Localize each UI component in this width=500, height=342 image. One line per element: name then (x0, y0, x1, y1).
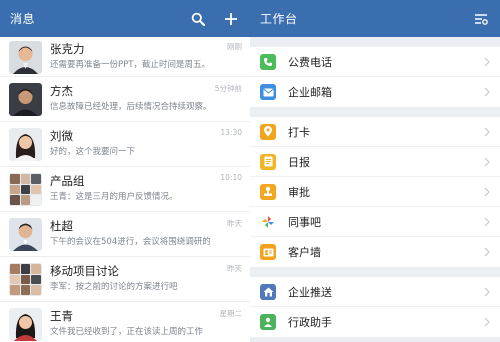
workbench-item-label: 行政助手 (288, 316, 332, 329)
workbench-item-enterprise-push[interactable]: 企业推送 (250, 277, 500, 307)
avatar (9, 83, 42, 116)
conversation-name: 张克力 (50, 42, 85, 56)
conversation-body: 王青 文件我已经收到了，正在该读上周的工作 (50, 308, 242, 339)
conversation-body: 张克力 还需要再准备一份PPT，截止时间是周五。 (50, 41, 242, 72)
conversation-preview: 信息故障已经处理，后续情况合持续观察。 (50, 102, 212, 112)
avatar (9, 218, 42, 251)
avatar (9, 41, 42, 74)
chevron-right-icon (484, 187, 490, 197)
workbench-item-customer-wall[interactable]: 客户墙 (250, 237, 500, 267)
manage-apps-icon[interactable] (472, 10, 490, 28)
conversation-time: 10:10 (220, 173, 242, 182)
chevron-right-icon (484, 287, 490, 297)
workbench-pane: 工作台 公费电话 企业邮箱 打卡 日报 审批 同事吧 客户墙 企业推送 行政助手 (250, 0, 500, 342)
messages-header-actions (189, 0, 240, 37)
chevron-right-icon (484, 317, 490, 327)
conversation-body: 移动项目讨论 李军：按之前的讨论的方案进行吧 (50, 263, 242, 294)
conversation-body: 杜超 下午的会议在504进行，会议将围绕调研的 (50, 218, 242, 249)
conversation-time: 13:30 (220, 128, 242, 137)
workbench-item-label: 日报 (288, 155, 310, 169)
workbench-item-label: 公费电话 (288, 55, 332, 69)
conversation-list: 张克力 还需要再准备一份PPT，截止时间是周五。 刚刚 方杰 信息故障已经处理，… (0, 37, 250, 342)
conversation-name: 产品组 (50, 174, 85, 188)
conversation-preview: 文件我已经收到了，正在该读上周的工作 (50, 327, 204, 337)
chevron-right-icon (484, 247, 490, 257)
phone-icon (260, 53, 276, 70)
conversation-preview: 下午的会议在504进行，会议将围绕调研的 (50, 237, 211, 247)
conversation-name: 刘微 (50, 129, 73, 143)
group-avatar (9, 263, 42, 296)
workbench-item-label: 审批 (288, 185, 310, 199)
workbench-section-office: 打卡 日报 审批 同事吧 客户墙 (250, 117, 500, 267)
conversation-name: 王青 (50, 309, 73, 323)
workbench-section-enterprise: 企业推送 行政助手 (250, 277, 500, 337)
chevron-right-icon (484, 57, 490, 67)
conversation-item[interactable]: 移动项目讨论 李军：按之前的讨论的方案进行吧 昨天 (0, 257, 250, 302)
conversation-name: 杜超 (50, 219, 73, 233)
workbench-item-label: 同事吧 (288, 215, 321, 229)
workbench-section-communication: 公费电话 企业邮箱 (250, 47, 500, 107)
avatar (9, 128, 42, 161)
workbench-item-admin-assistant[interactable]: 行政助手 (250, 307, 500, 337)
workbench-item-approval[interactable]: 审批 (250, 177, 500, 207)
conversation-time: 刚刚 (227, 42, 242, 51)
chevron-right-icon (484, 127, 490, 137)
add-icon[interactable] (222, 10, 240, 28)
chevron-right-icon (484, 217, 490, 227)
conversation-preview: 好的，这个我要问一下 (50, 147, 136, 157)
conversation-item[interactable]: 产品组 王青：这是三月的用户反馈情况。 10:10 (0, 167, 250, 212)
conversation-item[interactable]: 刘微 好的，这个我要问一下 13:30 (0, 122, 250, 167)
workbench-item-label: 客户墙 (288, 246, 321, 259)
document-icon (260, 153, 276, 170)
workbench-header: 工作台 (250, 0, 500, 37)
workbench-item-mail[interactable]: 企业邮箱 (250, 77, 500, 107)
contact-card-icon (260, 244, 276, 260)
group-avatar (9, 173, 42, 206)
chevron-right-icon (484, 157, 490, 167)
workbench-header-actions (472, 0, 490, 37)
home-icon (260, 283, 276, 300)
conversation-body: 刘微 好的，这个我要问一下 (50, 128, 242, 159)
workbench-item-phone[interactable]: 公费电话 (250, 47, 500, 77)
chevron-right-icon (484, 87, 490, 97)
conversation-time: 星期二 (219, 309, 243, 318)
avatar (9, 308, 42, 341)
approval-stamp-icon (260, 183, 276, 200)
conversation-time: 昨天 (227, 219, 242, 228)
mail-icon (260, 84, 276, 100)
conversation-item[interactable]: 杜超 下午的会议在504进行，会议将围绕调研的 昨天 (0, 212, 250, 257)
location-pin-icon (260, 123, 276, 140)
workbench-item-checkin[interactable]: 打卡 (250, 117, 500, 147)
messages-title: 消息 (10, 12, 36, 26)
conversation-name: 方杰 (50, 84, 73, 98)
workbench-item-daily-report[interactable]: 日报 (250, 147, 500, 177)
conversation-preview: 王青：这是三月的用户反馈情况。 (50, 192, 178, 202)
conversation-name: 移动项目讨论 (50, 264, 119, 278)
conversation-item[interactable]: 王青 文件我已经收到了，正在该读上周的工作 星期二 (0, 302, 250, 342)
conversation-preview: 李军：按之前的讨论的方案进行吧 (50, 282, 178, 292)
conversation-body: 产品组 王青：这是三月的用户反馈情况。 (50, 173, 242, 204)
conversation-item[interactable]: 张克力 还需要再准备一份PPT，截止时间是周五。 刚刚 (0, 37, 250, 77)
workbench-item-colleagues[interactable]: 同事吧 (250, 207, 500, 237)
conversation-preview: 还需要再准备一份PPT，截止时间是周五。 (50, 60, 210, 70)
pinwheel-icon (260, 213, 276, 230)
workbench-item-label: 打卡 (288, 125, 310, 139)
conversation-time: 昨天 (227, 264, 242, 273)
messages-pane: 消息 张克力 还需要再准备一份PPT，截止时间是周五。 刚刚 方杰 信息故障已经… (0, 0, 250, 342)
conversation-item[interactable]: 方杰 信息故障已经处理，后续情况合持续观察。 5分钟前 (0, 77, 250, 122)
conversation-body: 方杰 信息故障已经处理，后续情况合持续观察。 (50, 83, 242, 114)
search-icon[interactable] (189, 10, 207, 28)
workbench-item-label: 企业邮箱 (288, 86, 332, 99)
conversation-time: 5分钟前 (214, 84, 242, 93)
messages-header: 消息 (0, 0, 250, 37)
workbench-title: 工作台 (260, 12, 298, 26)
workbench-item-label: 企业推送 (288, 285, 332, 299)
assistant-icon (260, 314, 276, 330)
